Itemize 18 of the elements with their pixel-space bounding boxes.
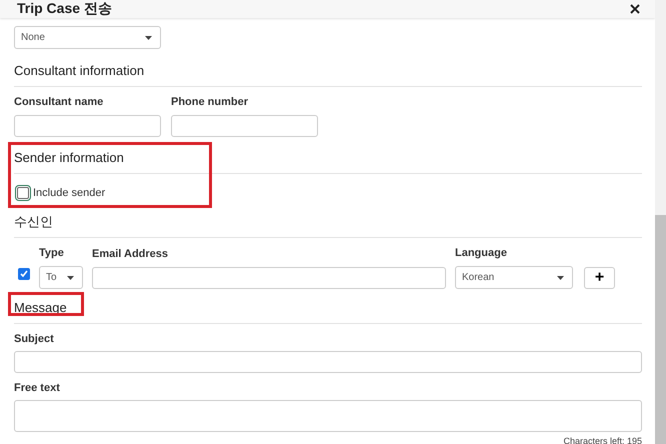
- section-heading: Consultant information: [14, 63, 144, 78]
- field-label: Subject: [14, 333, 55, 345]
- window-title: Trip Case 전송: [17, 0, 112, 18]
- characters-left: Characters left: 195: [563, 436, 642, 444]
- type-select[interactable]: To: [39, 266, 83, 289]
- column-label: Email Address: [92, 248, 170, 260]
- language-select[interactable]: Korean: [455, 266, 573, 289]
- field-label: Consultant name: [14, 96, 104, 108]
- checkbox-label: Include sender: [33, 187, 106, 199]
- column-label: Language: [455, 247, 508, 259]
- add-button[interactable]: +: [584, 267, 615, 289]
- field-label: Free text: [14, 382, 61, 394]
- field-label: Phone number: [171, 96, 250, 108]
- fee-type-select[interactable]: None: [14, 26, 161, 49]
- section-heading: Sender information: [14, 150, 124, 165]
- column-label: Type: [39, 247, 65, 259]
- section-heading: 수신인: [14, 214, 53, 229]
- section-heading: Message: [14, 300, 67, 315]
